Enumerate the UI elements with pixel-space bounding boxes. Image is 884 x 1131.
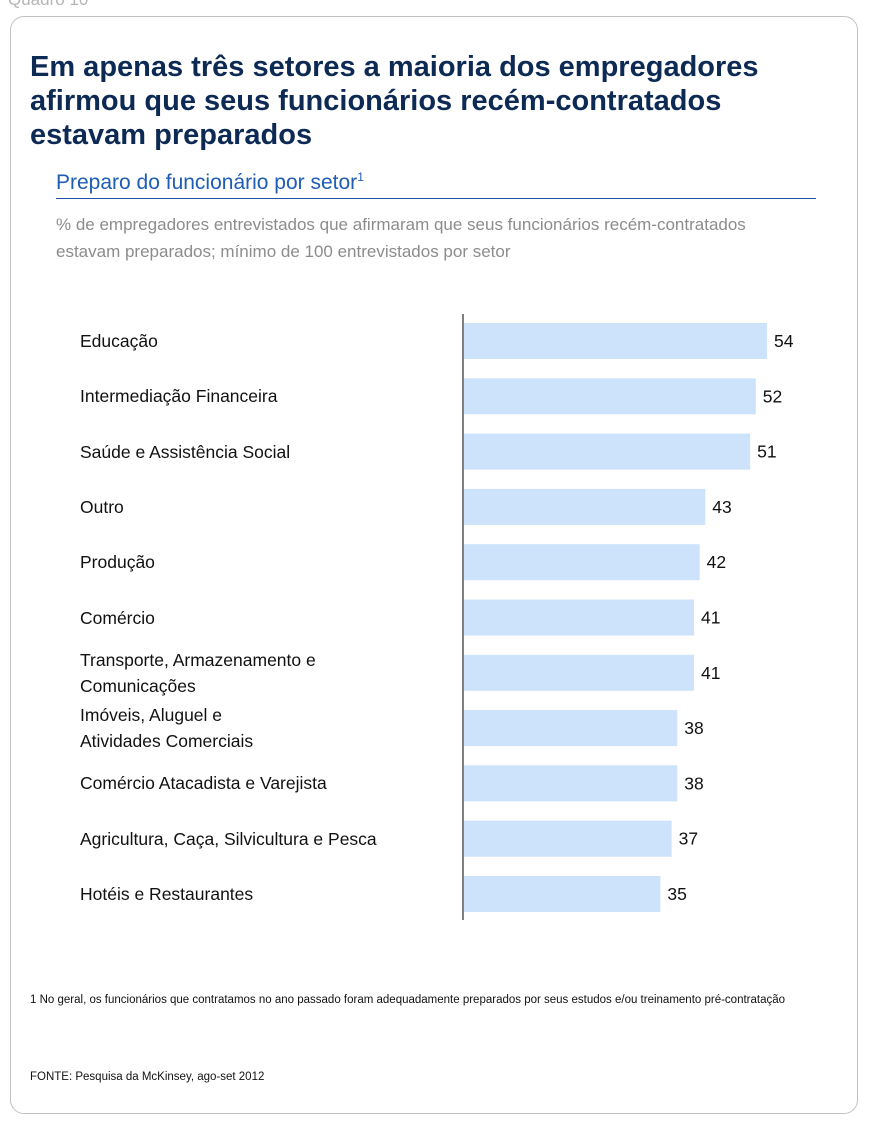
bar	[464, 378, 756, 415]
bar	[464, 488, 706, 525]
bar	[464, 765, 678, 802]
source-note: FONTE: Pesquisa da McKinsey, ago-set 201…	[30, 1071, 265, 1083]
bar-value-label: 54	[774, 331, 794, 351]
page: Quadro 10 Em apenas três setores a maior…	[0, 0, 884, 1131]
bar	[464, 433, 751, 470]
bar-chart: 54 52 51 43 42 41 41 38 38 37 35	[462, 314, 794, 920]
bar-value-label: 37	[679, 829, 698, 849]
bar-value-label: 43	[712, 497, 731, 517]
bar-value-label: 42	[707, 552, 726, 572]
bar-value-label: 52	[763, 386, 782, 406]
bar-value-label: 41	[701, 608, 720, 628]
bar	[464, 654, 695, 691]
bar	[464, 820, 672, 857]
bar	[464, 323, 767, 359]
bar	[464, 544, 700, 581]
footnote: 1 No geral, os funcionários que contrata…	[30, 991, 830, 1009]
bar-value-label: 35	[667, 884, 686, 904]
bar	[464, 710, 678, 747]
bar-value-label: 38	[684, 718, 703, 738]
bar-value-label: 38	[684, 773, 703, 793]
bar-value-label: 51	[757, 442, 776, 462]
bar-value-label: 41	[701, 663, 720, 683]
bar	[464, 599, 695, 636]
footnote-number: 1	[30, 994, 37, 1006]
bar	[464, 876, 661, 912]
footnote-text: No geral, os funcionários que contratamo…	[39, 994, 786, 1006]
